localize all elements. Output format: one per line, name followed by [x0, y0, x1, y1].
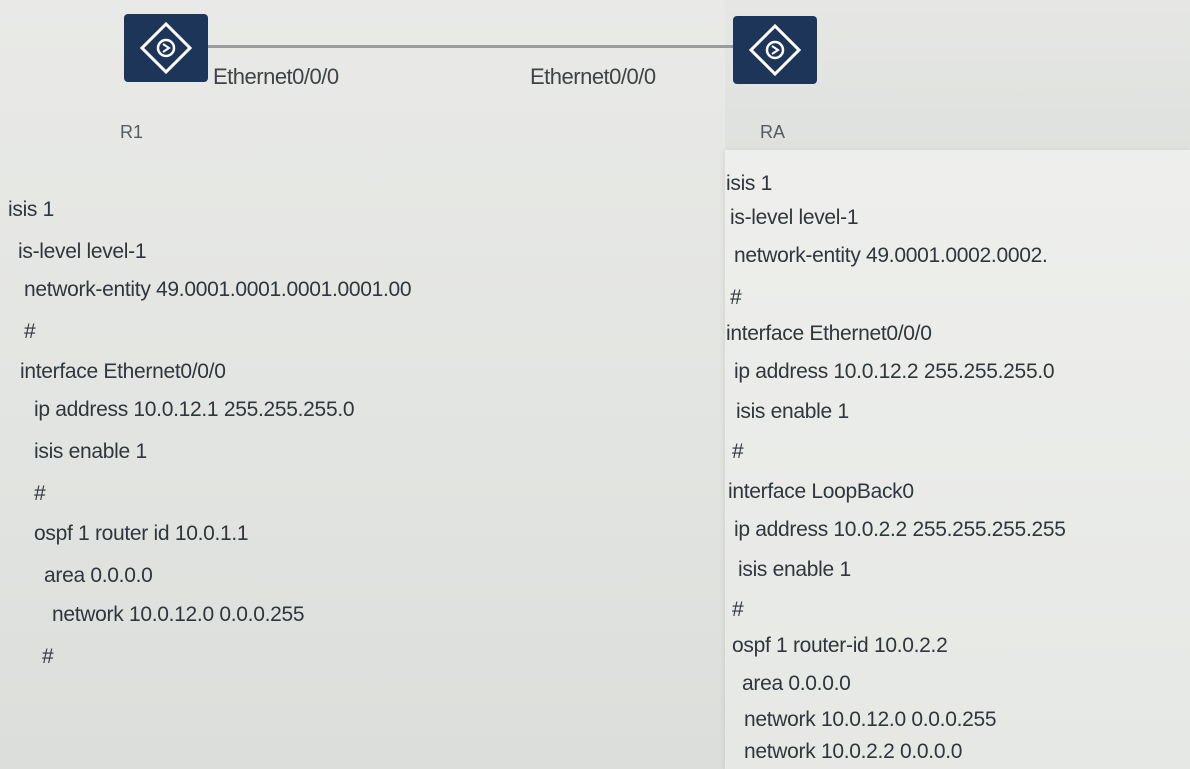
- config-line: ip address 10.0.12.1 255.255.255.0: [34, 398, 355, 421]
- config-line: interface Ethernet0/0/0: [726, 322, 932, 345]
- r1-name: R1: [120, 122, 144, 142]
- config-line: isis enable 1: [736, 400, 849, 423]
- config-line: ospf 1 router-id 10.0.2.2: [732, 634, 948, 657]
- r2-interface-label: Ethernet0/0/0: [530, 64, 656, 89]
- config-line: area 0.0.0.0: [44, 564, 153, 587]
- config-line: isis enable 1: [738, 558, 851, 581]
- config-line: network 10.0.12.0 0.0.0.255: [52, 603, 305, 626]
- config-line: interface Ethernet0/0/0: [20, 360, 226, 383]
- config-line: #: [732, 598, 744, 621]
- router-icon: [733, 16, 817, 84]
- config-line: isis 1: [8, 198, 55, 221]
- config-line: #: [24, 320, 36, 343]
- config-line: #: [42, 645, 54, 668]
- config-line: is-level level-1: [730, 206, 859, 229]
- config-line: isis 1: [726, 172, 773, 195]
- config-line: ip address 10.0.2.2 255.255.255.255: [734, 518, 1066, 541]
- config-line: ospf 1 router id 10.0.1.1: [34, 522, 249, 545]
- config-line: network-entity 49.0001.0001.0001.0001.00: [24, 278, 412, 301]
- config-line: #: [34, 482, 46, 505]
- ethernet-link: [208, 45, 736, 48]
- config-line: interface LoopBack0: [728, 480, 914, 503]
- r1-panel: [0, 0, 725, 769]
- config-line: area 0.0.0.0: [742, 672, 851, 695]
- config-line: ip address 10.0.12.2 255.255.255.0: [734, 360, 1055, 383]
- config-line: #: [732, 440, 744, 463]
- config-line: #: [730, 286, 742, 309]
- config-line: isis enable 1: [34, 440, 147, 463]
- router-icon: [124, 14, 208, 82]
- r1-interface-label: Ethernet0/0/0: [213, 64, 339, 89]
- config-line: is-level level-1: [18, 240, 147, 263]
- config-line: network 10.0.2.2 0.0.0.0: [744, 740, 963, 763]
- config-line: network 10.0.12.0 0.0.0.255: [744, 708, 997, 731]
- config-line: network-entity 49.0001.0002.0002.: [734, 244, 1048, 267]
- r2-name: RA: [760, 122, 786, 142]
